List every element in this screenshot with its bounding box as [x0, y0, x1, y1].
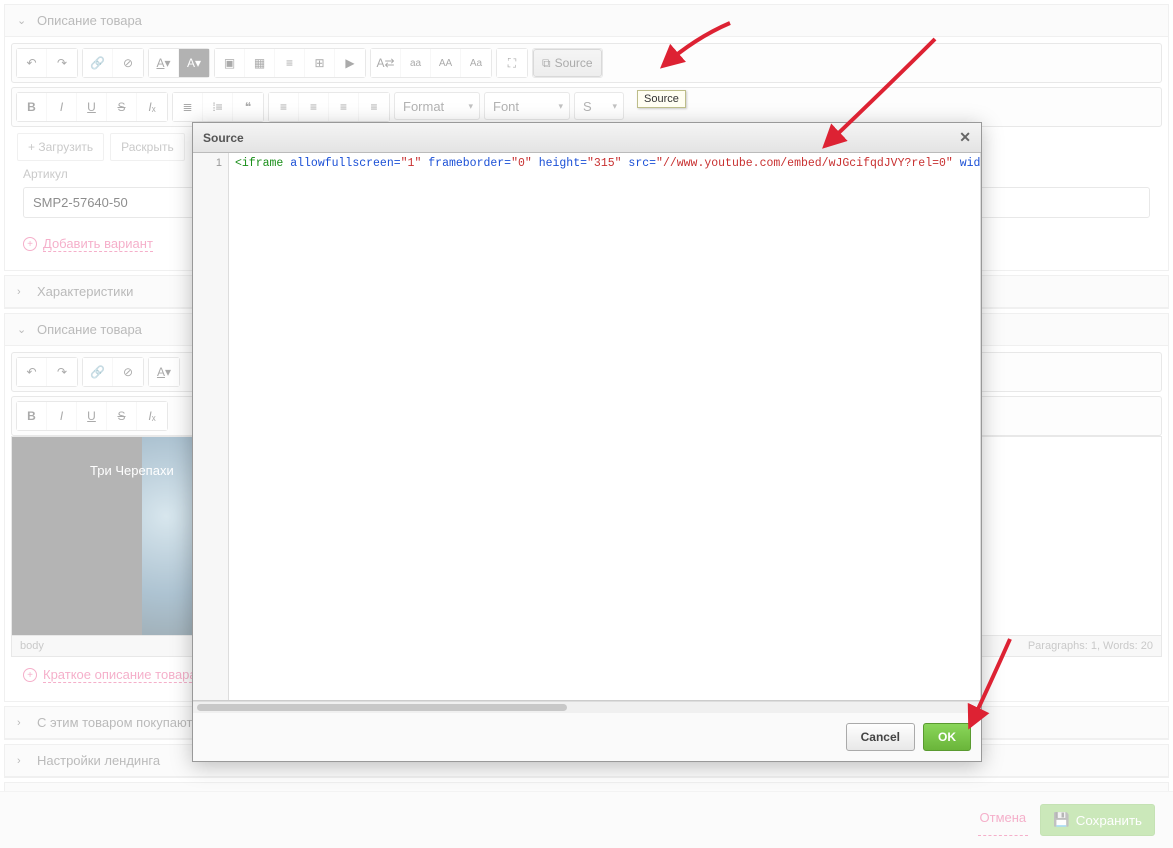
redo-button[interactable]: ↷: [47, 49, 77, 77]
strike-button[interactable]: S: [107, 402, 137, 430]
bgcolor-button[interactable]: A▾: [179, 49, 209, 77]
replace-button[interactable]: A⇄: [371, 49, 401, 77]
source-icon: ⧉: [542, 56, 551, 71]
upload-button[interactable]: + Загрузить: [17, 133, 104, 161]
underline-button[interactable]: U: [77, 402, 107, 430]
save-button[interactable]: 💾 Сохранить: [1040, 804, 1155, 836]
removeformat-button[interactable]: Iₓ: [137, 402, 167, 430]
redo-button[interactable]: ↷: [47, 358, 77, 386]
source-button-label: Source: [555, 56, 593, 70]
chevron-down-icon: ⌄: [17, 14, 29, 27]
italic-button[interactable]: I: [47, 402, 77, 430]
editor-toolbar-2: B I U S Iₓ ≣ ⁞≡ ❝ ≡ ≡ ≡ ≡ Format Font S: [11, 87, 1162, 127]
chevron-right-icon: ›: [17, 755, 29, 767]
bold-button[interactable]: B: [17, 93, 47, 121]
unlink-button[interactable]: ⊘: [113, 49, 143, 77]
undo-button[interactable]: ↶: [17, 358, 47, 386]
quote-button[interactable]: ❝: [233, 93, 263, 121]
textcolor-button[interactable]: A▾: [149, 49, 179, 77]
align-right-button[interactable]: ≡: [329, 93, 359, 121]
section-title: Описание товара: [37, 13, 142, 28]
ul-button[interactable]: ⁞≡: [203, 93, 233, 121]
plus-circle-icon: +: [23, 668, 37, 682]
chevron-down-icon: ⌄: [17, 323, 29, 336]
close-icon[interactable]: ✕: [959, 129, 971, 146]
table-button[interactable]: ▦: [245, 49, 275, 77]
editor-stats: Paragraphs: 1, Words: 20: [1028, 640, 1153, 652]
editor-toolbar-1: ↶↷ 🔗⊘ A▾A▾ ▣ ▦ ≡ ⊞ ▶ A⇄ aa AA Aa ⛶ ⧉ Sour…: [11, 43, 1162, 83]
body-path: body: [20, 640, 44, 652]
dialog-title-text: Source: [203, 131, 244, 145]
youtube-button[interactable]: ▶: [335, 49, 365, 77]
ol-button[interactable]: ≣: [173, 93, 203, 121]
source-code-area[interactable]: <iframe allowfullscreen="1" frameborder=…: [229, 153, 981, 700]
line-gutter: 1: [193, 153, 229, 700]
strike-button[interactable]: S: [107, 93, 137, 121]
iframe-button[interactable]: ⊞: [305, 49, 335, 77]
italic-button[interactable]: I: [47, 93, 77, 121]
plus-icon: +: [28, 140, 35, 154]
link-button[interactable]: 🔗: [83, 358, 113, 386]
cancel-link[interactable]: Отмена: [978, 804, 1029, 836]
removeformat-button[interactable]: Iₓ: [137, 93, 167, 121]
dialog-hscrollbar[interactable]: [193, 701, 981, 713]
dialog-cancel-button[interactable]: Cancel: [846, 723, 915, 751]
source-tooltip: Source: [637, 90, 686, 108]
unlink-button[interactable]: ⊘: [113, 358, 143, 386]
dialog-titlebar[interactable]: Source ✕: [193, 123, 981, 153]
source-dialog: Source ✕ 1 <iframe allowfullscreen="1" f…: [192, 122, 982, 762]
align-left-button[interactable]: ≡: [269, 93, 299, 121]
expand-button[interactable]: Раскрыть: [110, 133, 185, 161]
align-justify-button[interactable]: ≡: [359, 93, 389, 121]
font-select[interactable]: Font: [484, 92, 570, 120]
uppercase-button[interactable]: AA: [431, 49, 461, 77]
video-caption: Три Черепахи: [90, 463, 174, 478]
textcolor-button[interactable]: A▾: [149, 358, 179, 386]
save-icon: 💾: [1053, 812, 1070, 828]
chevron-right-icon: ›: [17, 286, 29, 298]
capitalize-button[interactable]: Aa: [461, 49, 491, 77]
plus-circle-icon: +: [23, 237, 37, 251]
dialog-ok-button[interactable]: OK: [923, 723, 971, 751]
align-center-button[interactable]: ≡: [299, 93, 329, 121]
undo-button[interactable]: ↶: [17, 49, 47, 77]
bold-button[interactable]: B: [17, 402, 47, 430]
image-button[interactable]: ▣: [215, 49, 245, 77]
size-select[interactable]: S: [574, 92, 624, 120]
source-button[interactable]: ⧉ Source: [533, 49, 602, 77]
format-select[interactable]: Format: [394, 92, 480, 120]
maximize-button[interactable]: ⛶: [497, 49, 527, 77]
page-footer: Отмена 💾 Сохранить: [0, 791, 1173, 848]
section-header-description[interactable]: ⌄ Описание товара: [5, 5, 1168, 37]
link-button[interactable]: 🔗: [83, 49, 113, 77]
lowercase-button[interactable]: aa: [401, 49, 431, 77]
hr-button[interactable]: ≡: [275, 49, 305, 77]
chevron-right-icon: ›: [17, 717, 29, 729]
underline-button[interactable]: U: [77, 93, 107, 121]
